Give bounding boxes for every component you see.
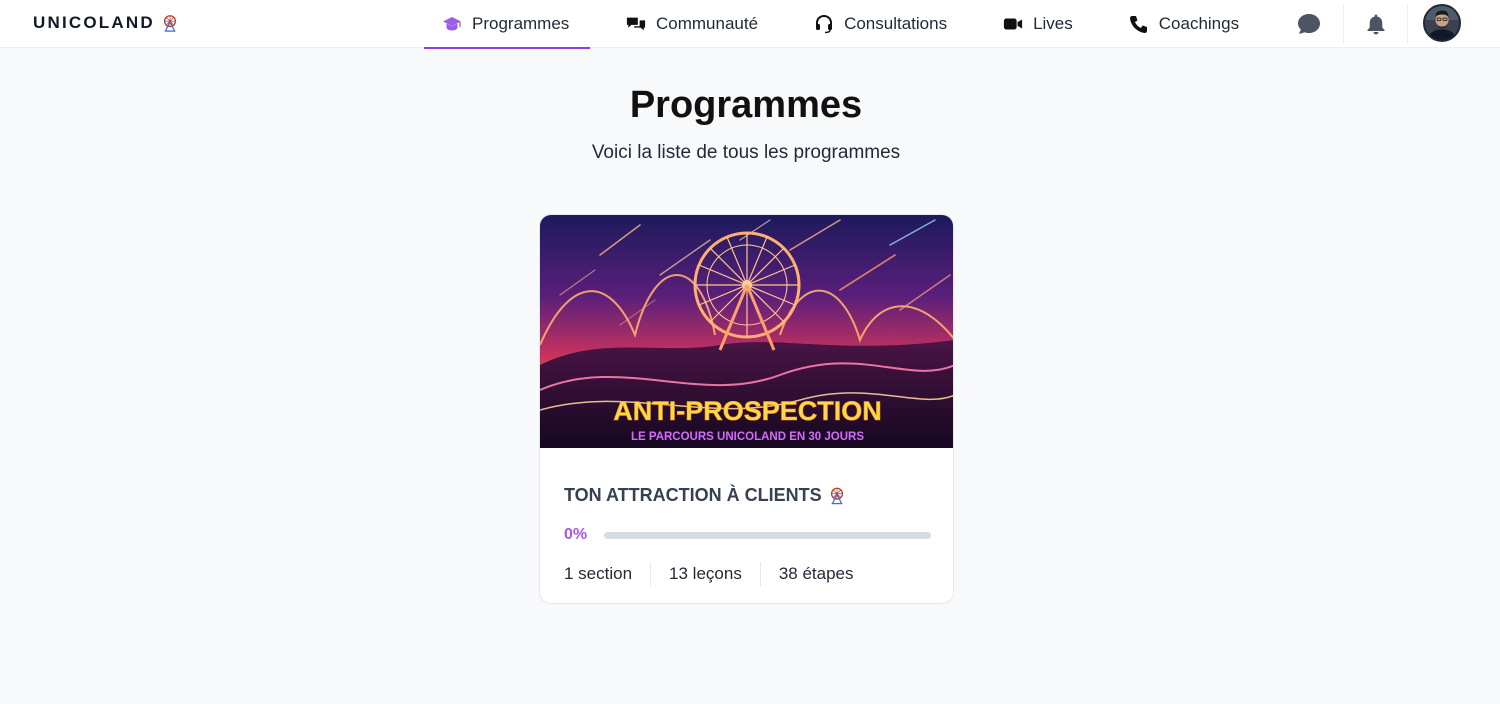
avatar[interactable] <box>1423 4 1461 42</box>
nav-label: Lives <box>1033 14 1073 33</box>
notifications-button[interactable] <box>1362 10 1390 38</box>
chat-icon <box>1298 14 1320 34</box>
program-stats: 1 section 13 leçons 38 étapes <box>564 562 872 586</box>
program-title: TON ATTRACTION À CLIENTS <box>564 485 846 506</box>
divider <box>1407 4 1408 44</box>
page-title: Programmes <box>629 84 863 126</box>
cover-headline: ANTI-PROSPECTION <box>613 396 882 426</box>
program-card[interactable]: ANTI-PROSPECTION LE PARCOURS UNICOLAND E… <box>539 214 954 604</box>
nav-communaute[interactable]: Communauté <box>608 0 776 48</box>
ferris-wheel-icon <box>830 487 843 505</box>
nav-label: Consultations <box>844 14 948 33</box>
bell-icon <box>1367 14 1385 35</box>
progress-row: 0% <box>564 526 931 544</box>
program-cover-image: ANTI-PROSPECTION LE PARCOURS UNICOLAND E… <box>540 215 953 448</box>
brand-logo[interactable]: UNICOLAND <box>33 13 179 33</box>
divider <box>1343 4 1344 44</box>
nav-label: Communauté <box>656 14 759 33</box>
nav-lives[interactable]: Lives <box>985 0 1091 48</box>
program-title-text: TON ATTRACTION À CLIENTS <box>564 485 822 505</box>
brand-name: UNICOLAND <box>33 13 155 32</box>
nav-label: Coachings <box>1158 14 1240 33</box>
page-subtitle: Voici la liste de tous les programmes <box>591 142 901 163</box>
cover-tagline: LE PARCOURS UNICOLAND EN 30 JOURS <box>631 431 864 443</box>
top-navbar: UNICOLAND Programmes Communauté Consulta… <box>0 0 1500 49</box>
user-photo <box>1425 6 1459 40</box>
nav-label: Programmes <box>472 14 570 33</box>
nav-programmes[interactable]: Programmes <box>424 0 590 49</box>
main-nav: Programmes Communauté Consultations Live… <box>424 0 1257 49</box>
chat-bubbles-icon <box>626 14 646 34</box>
graduation-cap-icon <box>442 14 462 34</box>
steps-count: 38 étapes <box>778 564 854 583</box>
progress-bar <box>604 531 931 539</box>
ferris-wheel-icon <box>163 15 176 32</box>
lessons-count: 13 leçons <box>669 564 742 583</box>
phone-icon <box>1129 14 1149 34</box>
progress-percent: 0% <box>564 526 588 543</box>
nav-coachings[interactable]: Coachings <box>1111 0 1257 48</box>
headset-icon <box>814 14 834 34</box>
video-camera-icon <box>1003 14 1023 34</box>
nav-consultations[interactable]: Consultations <box>796 0 965 48</box>
sections-count: 1 section <box>564 564 633 583</box>
messages-button[interactable] <box>1295 10 1323 38</box>
